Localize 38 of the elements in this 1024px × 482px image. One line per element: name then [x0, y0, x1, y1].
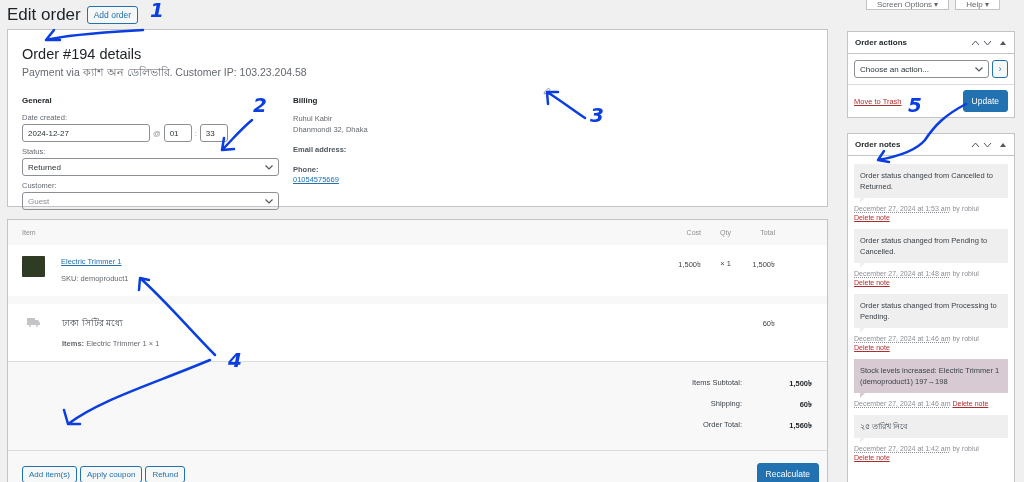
pencil-icon[interactable] — [543, 87, 551, 95]
annotation-number: 1 — [150, 0, 164, 20]
minute-field[interactable]: 33 — [199, 124, 228, 142]
customer-select[interactable]: Guest — [22, 192, 279, 210]
order-meta: Payment via ক্যাশ অন ডেলিভারি. Customer IP: 103.23.204.58 — [22, 65, 308, 80]
section-heading: Billing — [293, 96, 319, 105]
status-select[interactable]: Returned — [22, 158, 279, 176]
page-title: Edit order — [7, 4, 81, 25]
top-tab[interactable]: Screen Options ▾ — [865, 0, 950, 10]
shipping-method: ঢাকা সিটির মধ্যে — [62, 316, 124, 330]
chevron-down-icon — [975, 66, 983, 72]
product-thumbnail — [22, 256, 45, 277]
item-action-button[interactable]: Apply coupon — [79, 465, 143, 482]
top-tab[interactable]: Help ▾ — [955, 0, 1000, 10]
date-field[interactable]: 2024-12-27 — [22, 124, 150, 142]
annotation-number: 4 — [228, 350, 242, 370]
truck-icon — [27, 318, 40, 327]
annotation-number: 5 — [908, 95, 922, 115]
annotation-number: 2 — [253, 95, 267, 115]
box-title: Order notes — [855, 140, 901, 149]
recalculate-button[interactable]: Recalculate — [756, 463, 819, 482]
action-select[interactable]: Choose an action... — [854, 60, 989, 78]
box-title: Order actions — [855, 38, 907, 47]
chevron-down-icon — [265, 198, 273, 204]
item-action-button[interactable]: Refund — [145, 465, 186, 482]
annotation-number: 3 — [590, 105, 604, 125]
add-order-button[interactable]: Add order — [86, 5, 139, 24]
item-action-button[interactable]: Add item(s) — [22, 465, 77, 482]
annotation-arrow — [545, 90, 587, 120]
hour-field[interactable]: 01 — [163, 124, 192, 142]
chevron-down-icon — [265, 164, 273, 170]
box-controls-icon[interactable] — [971, 140, 1007, 149]
order-heading: Order #194 details — [22, 46, 142, 62]
annotation-arrow — [220, 118, 254, 152]
apply-action-button[interactable]: › — [992, 60, 1008, 78]
note-bubble-tail — [860, 393, 865, 398]
box-controls-icon[interactable] — [971, 38, 1007, 47]
update-button[interactable]: Update — [962, 90, 1008, 112]
